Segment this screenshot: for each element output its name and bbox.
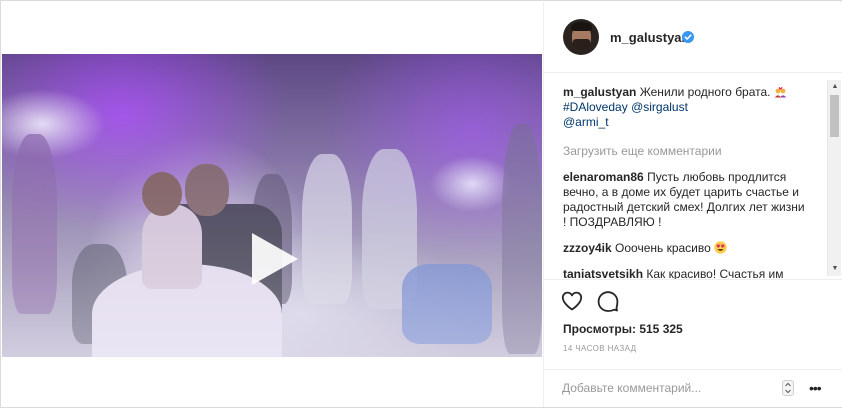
- caption-text: Женили родного брата.: [639, 85, 771, 99]
- heart-eyes-emoji-icon: [714, 241, 727, 254]
- caption-username[interactable]: m_galustyan: [563, 85, 636, 99]
- post-timestamp[interactable]: 14 часов назад: [563, 344, 636, 353]
- scroll-up-arrow-icon[interactable]: ▲: [828, 80, 842, 94]
- scroll-down-arrow-icon[interactable]: ▼: [828, 262, 842, 276]
- caption-mention[interactable]: @armi_t: [563, 115, 609, 129]
- caption-hashtag[interactable]: #DAloveday: [563, 100, 628, 114]
- comments-list: m_galustyan Женили родного брата. #DAlov…: [544, 74, 842, 279]
- add-comment-section: •••: [544, 369, 842, 407]
- video-player[interactable]: [2, 54, 542, 357]
- couple-with-heart-emoji-icon: [774, 85, 787, 98]
- post-frame: m_galustyan m_galustyan Женили родного б…: [0, 0, 842, 408]
- comment-item: taniatsvetsikh Как красиво! Счастья им б…: [563, 267, 808, 279]
- post-media: [2, 2, 542, 407]
- video-haze-overlay: [2, 54, 542, 357]
- caption-mention[interactable]: @sirgalust: [631, 100, 688, 114]
- more-options-icon[interactable]: •••: [809, 381, 825, 395]
- textarea-resize-icon[interactable]: [782, 380, 794, 396]
- post-actions: Просмотры: 515 325 14 часов назад: [544, 279, 842, 369]
- post-sidebar: m_galustyan m_galustyan Женили родного б…: [543, 2, 842, 407]
- author-username[interactable]: m_galustyan: [610, 30, 689, 45]
- post-caption: m_galustyan Женили родного брата. #DAlov…: [563, 85, 808, 130]
- comment-username[interactable]: zzzoy4ik: [563, 241, 612, 255]
- comment-username[interactable]: elenaroman86: [563, 170, 644, 184]
- comments-scrollbar[interactable]: ▲ ▼: [827, 80, 841, 276]
- scrollbar-thumb[interactable]: [830, 95, 839, 137]
- comment-text: Ооочень красиво: [615, 241, 711, 255]
- play-button[interactable]: [244, 229, 304, 289]
- comment-item: elenaroman86 Пусть любовь продлится вечн…: [563, 170, 808, 230]
- post-header: m_galustyan: [544, 2, 842, 73]
- heart-icon[interactable]: [560, 289, 584, 313]
- comment-bubble-icon[interactable]: [596, 289, 620, 313]
- view-count[interactable]: Просмотры: 515 325: [563, 322, 683, 336]
- load-more-comments-button[interactable]: Загрузить еще комментарии: [563, 144, 808, 159]
- comment-input[interactable]: [562, 378, 777, 398]
- play-icon: [252, 233, 298, 285]
- comment-username[interactable]: taniatsvetsikh: [563, 267, 643, 279]
- author-avatar[interactable]: [563, 19, 599, 55]
- comment-item: zzzoy4ik Ооочень красиво: [563, 241, 808, 256]
- verified-badge-icon: [682, 31, 694, 43]
